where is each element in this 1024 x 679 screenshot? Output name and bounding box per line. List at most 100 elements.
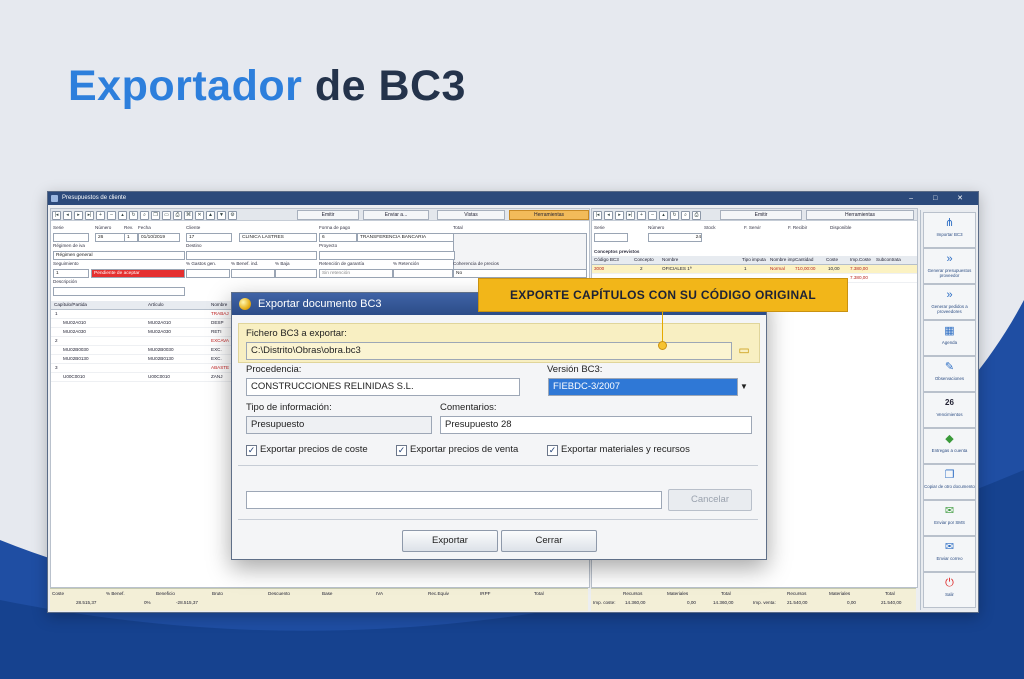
- procedencia-input[interactable]: CONSTRUCCIONES RELINIDAS S.L.: [246, 378, 520, 396]
- row-nombre: EXCAVA: [211, 338, 229, 343]
- cerrar-button[interactable]: Cerrar: [501, 530, 597, 552]
- sidebar-item-4[interactable]: ✎ Observaciones: [923, 356, 976, 392]
- r-first-record-icon[interactable]: |◂: [593, 211, 602, 220]
- cancel-progress-button[interactable]: Cancelar: [668, 489, 752, 511]
- folder-browse-icon[interactable]: ▭: [737, 342, 751, 358]
- print-icon[interactable]: ⎙: [173, 211, 182, 220]
- baja-field[interactable]: [275, 269, 317, 278]
- version-dropdown-icon[interactable]: ▼: [737, 379, 751, 395]
- descripcion-field[interactable]: [53, 287, 185, 296]
- move-up-icon[interactable]: ▲: [206, 211, 215, 220]
- dialog-app-icon: [239, 298, 251, 310]
- seguimiento-num-field[interactable]: 1: [53, 269, 89, 278]
- sidebar-item-7[interactable]: ❐ Copiar de otro documento: [923, 464, 976, 500]
- r-refresh-icon[interactable]: ↻: [670, 211, 679, 220]
- footer-coste-value: 28.515,37: [76, 600, 97, 605]
- window-controls[interactable]: – □ ✕: [909, 192, 972, 205]
- table-row[interactable]: 3000 2 OFICIALES 1ª 1 Normal 710,00:00 10,00 7.…: [592, 265, 917, 274]
- regimen-iva-select[interactable]: Régimen general: [53, 251, 185, 260]
- r-add-icon[interactable]: +: [637, 211, 646, 220]
- cell-imp-coste: 7.380,00: [850, 266, 868, 271]
- refresh-icon[interactable]: ↻: [129, 211, 138, 220]
- r-prev-record-icon[interactable]: ◂: [604, 211, 613, 220]
- proyecto-field[interactable]: [319, 251, 455, 260]
- retencion-garantia-select[interactable]: Sin retención: [319, 269, 393, 278]
- vistas-button[interactable]: Vistas: [437, 210, 505, 220]
- cell-cantidad: 710,00:00: [795, 266, 816, 271]
- forma-pago-num-field[interactable]: 6: [319, 233, 357, 242]
- version-select[interactable]: FIEBDC-3/2007: [548, 378, 738, 396]
- right-grid-header: Código BC3 Concepto Nombre Tipo imputa N…: [592, 256, 917, 265]
- serie-field[interactable]: [53, 233, 89, 242]
- forma-pago-nombre-field[interactable]: TRANSFERENCIA BANCARIA: [357, 233, 455, 242]
- sidebar-item-9[interactable]: ✉ Enviar correo: [923, 536, 976, 572]
- attach-icon[interactable]: ⌘: [184, 211, 193, 220]
- numero-field[interactable]: 26: [95, 233, 125, 242]
- gastos-gen-field[interactable]: [186, 269, 230, 278]
- emitir-button[interactable]: Emitir: [297, 210, 359, 220]
- sidebar-item-2[interactable]: » Generar pedidos a proveedores: [923, 284, 976, 320]
- exportar-button[interactable]: Exportar: [402, 530, 498, 552]
- left-footer: Coste % Benef. Beneficio Bruto Descuento…: [50, 588, 588, 611]
- r-emitir-button[interactable]: Emitir: [720, 210, 802, 220]
- copy-icon: ❐: [944, 469, 955, 481]
- footer-recequiv-label: Rec.Equiv: [428, 591, 449, 596]
- r-search-icon[interactable]: ⌕: [681, 211, 690, 220]
- cell-nombre: OFICIALES 1ª: [662, 266, 692, 271]
- sidebar-item-6[interactable]: ◆ Entregas a cuenta: [923, 428, 976, 464]
- r-herramientas-button[interactable]: Herramientas: [806, 210, 914, 220]
- pct-retencion-field[interactable]: [393, 269, 453, 278]
- r-serie-field[interactable]: [594, 233, 628, 242]
- cliente-nombre-field[interactable]: CLINICA LASTRES: [239, 233, 317, 242]
- r-up-icon[interactable]: ▴: [659, 211, 668, 220]
- page-headline: Exportador de BC3: [68, 62, 466, 111]
- sidebar-item-3[interactable]: ▦ Agenda: [923, 320, 976, 356]
- chk-venta[interactable]: ✓ Exportar precios de venta: [396, 444, 518, 456]
- settings-icon[interactable]: ⚙: [228, 211, 237, 220]
- r-remove-icon[interactable]: –: [648, 211, 657, 220]
- r-next-record-icon[interactable]: ▸: [615, 211, 624, 220]
- r-numero-field[interactable]: 24: [648, 233, 702, 242]
- sidebar-item-5[interactable]: 26 Vencimientos: [923, 392, 976, 428]
- comentarios-input[interactable]: Presupuesto 28: [440, 416, 752, 434]
- chk-coste[interactable]: ✓ Exportar precios de coste: [246, 444, 368, 456]
- delete-icon[interactable]: ✕: [195, 211, 204, 220]
- folder-icon[interactable]: ▭: [162, 211, 171, 220]
- herramientas-button[interactable]: Herramientas: [509, 210, 589, 220]
- network-icon: ⋔: [944, 217, 955, 229]
- coherencia-select[interactable]: No: [453, 269, 587, 278]
- fecha-field[interactable]: 01/10/2019: [138, 233, 180, 242]
- cliente-num-field[interactable]: 17: [186, 233, 232, 242]
- sidebar-item-8[interactable]: ✉ Enviar por SMS: [923, 500, 976, 536]
- cell-tipo: 1: [744, 266, 747, 271]
- total-label: Total: [453, 225, 463, 230]
- chk-materiales[interactable]: ✓ Exportar materiales y recursos: [547, 444, 690, 456]
- r-last-record-icon[interactable]: ▸|: [626, 211, 635, 220]
- r-print-icon[interactable]: ⎙: [692, 211, 701, 220]
- prev-record-icon[interactable]: ◂: [63, 211, 72, 220]
- sidebar-item-10[interactable]: ⏻ Salir: [923, 572, 976, 608]
- col-articulo: Artículo: [148, 302, 164, 307]
- sidebar-item-1[interactable]: » Generar presupuestos proveedor: [923, 248, 976, 284]
- last-record-icon[interactable]: ▸|: [85, 211, 94, 220]
- remove-icon[interactable]: –: [107, 211, 116, 220]
- row-articulo: MU02A010: [148, 320, 171, 325]
- app-icon: [51, 195, 58, 202]
- pct-retencion-label: % Retención: [393, 261, 420, 266]
- enviar-button[interactable]: Enviar a...: [363, 210, 429, 220]
- rcol-cantidad: Cantidad: [795, 257, 814, 262]
- destino-field[interactable]: [186, 251, 317, 260]
- sidebar-item-label: Agenda: [941, 340, 958, 345]
- add-icon[interactable]: +: [96, 211, 105, 220]
- rcol-tipo: Tipo imputa: [742, 257, 766, 262]
- row-nombre: RETI: [211, 329, 222, 334]
- up-icon[interactable]: ▴: [118, 211, 127, 220]
- copy-icon[interactable]: ❐: [151, 211, 160, 220]
- search-icon[interactable]: ⌕: [140, 211, 149, 220]
- next-record-icon[interactable]: ▸: [74, 211, 83, 220]
- rev-field[interactable]: 1: [124, 233, 138, 242]
- move-down-icon[interactable]: ▼: [217, 211, 226, 220]
- benef-ind-field[interactable]: [231, 269, 275, 278]
- first-record-icon[interactable]: |◂: [52, 211, 61, 220]
- sidebar-item-0[interactable]: ⋔ Importar BC3: [923, 212, 976, 248]
